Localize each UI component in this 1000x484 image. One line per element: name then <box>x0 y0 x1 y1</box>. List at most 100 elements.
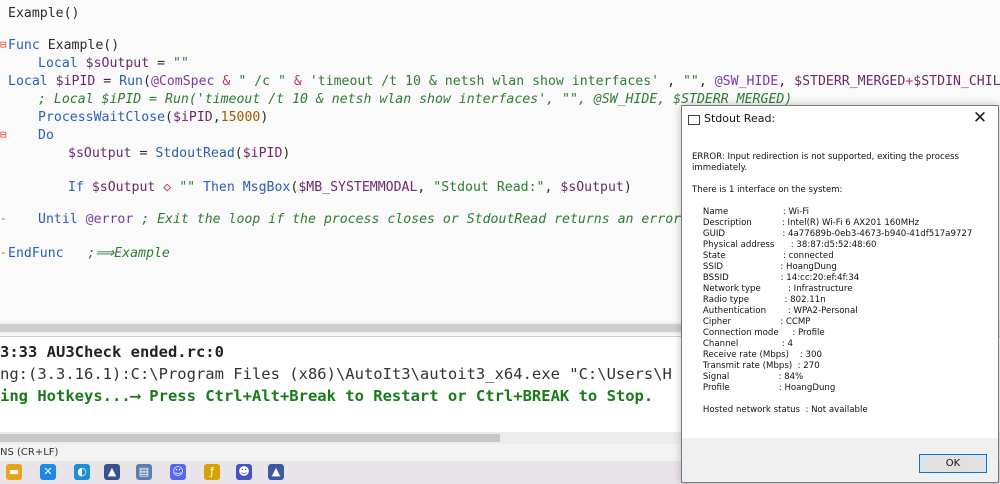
dialog-message-line: Connection mode : Profile <box>692 328 825 338</box>
autoit-alt-icon[interactable]: ▲ <box>268 464 284 480</box>
fold-marker[interactable]: ⊟ <box>0 128 8 141</box>
dialog-message-line: Name : Wi-Fi <box>692 207 810 217</box>
code-line: Local $iPID = Run(@ComSpec & " /c " & 't… <box>8 72 1000 92</box>
close-icon[interactable]: ✕ <box>970 108 990 128</box>
vscode-icon[interactable]: ✕ <box>40 464 56 480</box>
code-token: $MB_SYSTEMMODAL <box>298 180 418 195</box>
dialog-message-line: Transmit rate (Mbps) : 270 <box>692 361 820 371</box>
autoit-icon[interactable]: ▲ <box>104 464 120 480</box>
code-token: $iPID <box>55 74 96 89</box>
code-token: 'timeout /t 10 & netsh wlan show interfa… <box>309 74 660 89</box>
fold-marker[interactable]: - <box>0 246 8 259</box>
code-token: "" <box>173 56 189 71</box>
ok-button[interactable]: OK <box>919 454 987 473</box>
dialog-message-line: Channel : 4 <box>692 339 794 349</box>
code-line: $sOutput = StdoutRead($iPID) <box>68 144 290 164</box>
code-token: "" <box>682 74 699 89</box>
code-line: Example() <box>8 4 79 24</box>
code-token: " /c " <box>238 74 286 89</box>
code-token: @SW_HIDE <box>714 74 779 89</box>
scrollbar-thumb[interactable] <box>0 324 700 332</box>
dialog-title-bar[interactable]: Stdout Read: ✕ <box>682 106 998 132</box>
code-token: $sOutput <box>68 146 132 161</box>
code-line: Local $sOutput = "" <box>38 54 189 74</box>
fold-marker[interactable]: ⊟ <box>0 38 8 51</box>
dialog-message-line: Hosted network status : Not available <box>692 405 868 415</box>
dialog-message-line: immediately. <box>692 163 748 173</box>
code-token: ) <box>260 110 269 125</box>
console-line: 3:33 AU3Check ended.rc:0 <box>0 343 224 361</box>
code-token: , <box>659 74 683 89</box>
code-token: ) <box>282 146 291 161</box>
window-icon <box>688 115 700 125</box>
dialog-message-line: GUID : 4a77689b-0eb3-4673-b940-41df517a9… <box>692 229 973 239</box>
code-token: = <box>149 56 173 71</box>
code-token: ( <box>143 74 151 89</box>
dialog-message-line: ERROR: Input redirection is not supporte… <box>692 152 959 162</box>
code-token: & <box>214 74 239 89</box>
code-line: Do <box>38 126 54 146</box>
code-token: ◇ <box>155 180 180 195</box>
code-line: ProcessWaitClose($iPID,15000) <box>38 108 268 128</box>
code-token: $sOutput <box>91 180 156 195</box>
code-token: Example() <box>47 38 120 53</box>
dialog-message-line: State : connected <box>692 251 834 261</box>
dialog-message-line: Profile : HoangDung <box>692 383 836 393</box>
code-token: $iPID <box>242 146 283 161</box>
code-token: "" <box>179 180 196 195</box>
code-token: , <box>212 110 221 125</box>
code-token: ProcessWaitClose <box>38 110 166 125</box>
file-explorer-icon[interactable]: ▬ <box>6 464 22 480</box>
code-token: = <box>95 74 120 89</box>
script-icon[interactable]: ƒ <box>204 464 220 480</box>
code-token: , <box>417 180 434 195</box>
code-token: ;⟹Example <box>63 246 170 261</box>
code-token: Local <box>8 74 56 89</box>
discord-alt-icon[interactable]: ☻ <box>236 464 252 480</box>
console-line: ng:(3.3.16.1):C:\Program Files (x86)\Aut… <box>0 365 672 383</box>
dialog-message-line: Cipher : CCMP <box>692 317 811 327</box>
code-token: Func <box>8 38 48 53</box>
dialog-message-line: Radio type : 802.11n <box>692 295 826 305</box>
dialog-message-line: BSSID : 14:cc:20:ef:4f:34 <box>692 273 860 283</box>
code-token: Example() <box>8 6 80 21</box>
code-line: ; Local $iPID = Run('timeout /t 10 & net… <box>38 90 792 110</box>
discord-icon[interactable]: ☺ <box>170 464 186 480</box>
code-token: $sOutput <box>560 180 624 195</box>
code-token: Do <box>38 128 54 143</box>
dialog-message-line: Description : Intel(R) Wi-Fi 6 AX201 160… <box>692 218 920 228</box>
code-token: & <box>285 74 310 89</box>
scrollbar-thumb[interactable] <box>0 434 500 442</box>
code-token: If <box>68 180 92 195</box>
window-app-icon[interactable]: ▤ <box>136 464 152 480</box>
edge-icon[interactable]: ◐ <box>74 464 90 480</box>
code-token: $STDERR_MERGED <box>794 74 906 89</box>
code-token: Until <box>38 212 86 227</box>
code-token: @ComSpec <box>150 74 215 89</box>
code-token: 15000 <box>220 110 261 125</box>
code-token: @error <box>85 212 134 227</box>
dialog-message-line: SSID : HoangDung <box>692 262 837 272</box>
dialog-title: Stdout Read: <box>704 112 776 125</box>
code-line: Until @error ; Exit the loop if the proc… <box>38 210 689 230</box>
dialog-button-area: OK <box>682 438 998 482</box>
dialog-message: ERROR: Input redirection is not supporte… <box>682 132 998 438</box>
line-ending-status[interactable]: NS (CR+LF) <box>0 447 58 458</box>
dialog-message-line: Network type : Infrastructure <box>692 284 853 294</box>
dialog-message-line: Authentication : WPA2-Personal <box>692 306 858 316</box>
code-token: MsgBox <box>242 180 291 195</box>
code-token: = <box>131 146 156 161</box>
code-token: , <box>544 180 561 195</box>
code-token: EndFunc <box>8 246 64 261</box>
code-line: EndFunc ;⟹Example <box>8 244 170 264</box>
code-token: "Stdout Read:" <box>433 180 545 195</box>
dialog-message-line: There is 1 interface on the system: <box>692 185 843 195</box>
dialog-message-line: Physical address : 38:87:d5:52:48:60 <box>692 240 877 250</box>
dialog-message-line: Signal : 84% <box>692 372 804 382</box>
code-token: Run <box>119 74 143 89</box>
code-token: ; Exit the loop if the process closes or… <box>133 212 690 227</box>
code-line: Func Example() <box>8 36 119 56</box>
fold-marker[interactable]: - <box>0 212 8 225</box>
code-token: ) <box>623 180 632 195</box>
code-token: StdoutRead <box>155 146 235 161</box>
